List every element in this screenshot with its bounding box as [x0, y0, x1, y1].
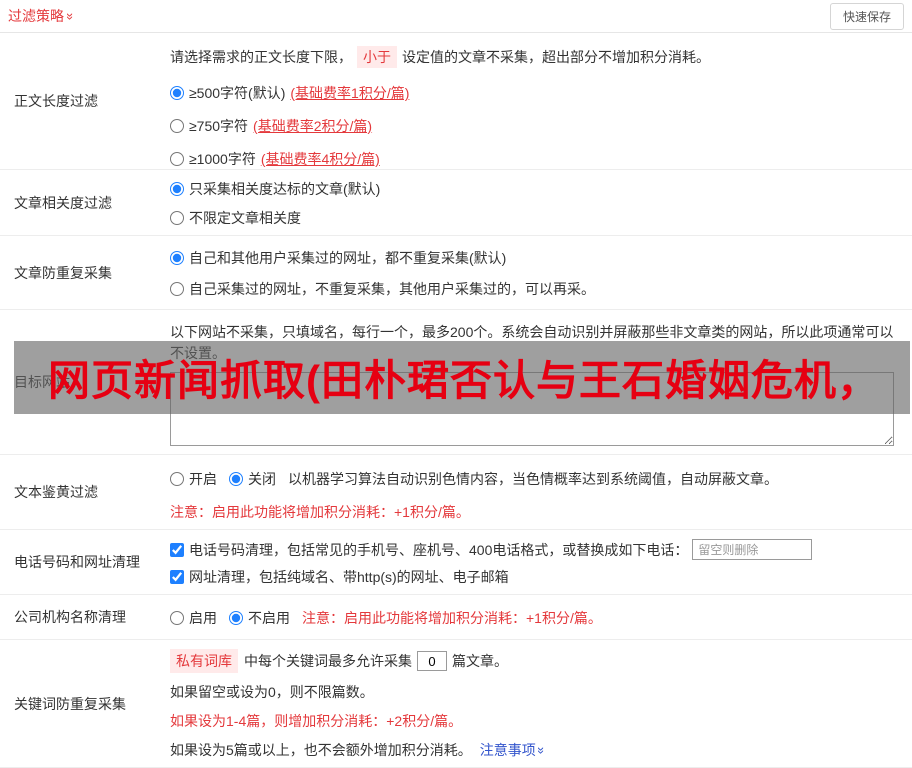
radio-company-disable-input[interactable] — [229, 611, 243, 625]
keyword-note-1-4: 如果设为1-4篇，则增加积分消耗：+2积分/篇。 — [170, 711, 902, 731]
section-label-phone-url: 电话号码和网址清理 — [0, 530, 170, 594]
section-label-target-site: 目标网站 — [0, 310, 170, 454]
top-bar: 过滤策略 » 快速保存 — [0, 0, 912, 33]
section-label-company-clean: 公司机构名称清理 — [0, 595, 170, 639]
notice-link[interactable]: 注意事项 — [480, 740, 536, 760]
radio-1000-input[interactable] — [170, 152, 184, 166]
max-articles-input[interactable] — [417, 651, 447, 671]
section-relevance: 文章相关度过滤 只采集相关度达标的文章(默认) 不限定文章相关度 — [0, 170, 912, 236]
radio-relevance-any[interactable]: 不限定文章相关度 — [170, 208, 902, 228]
radio-dedup-all-users[interactable]: 自己和其他用户采集过的网址，都不重复采集(默认) — [170, 248, 902, 268]
radio-company-enable[interactable]: 启用 — [170, 608, 217, 628]
radio-dedup-all-users-input[interactable] — [170, 251, 184, 265]
section-target-site: 目标网站 以下网站不采集，只填域名，每行一个，最多200个。系统会自动识别并屏蔽… — [0, 310, 912, 455]
section-label-body-length: 正文长度过滤 — [0, 33, 170, 169]
section-phone-url: 电话号码和网址清理 电话号码清理，包括常见的手机号、座机号、400电话格式，或替… — [0, 530, 912, 595]
fee-note-3: (基础费率4积分/篇) — [261, 149, 380, 169]
porn-filter-description: 以机器学习算法自动识别色情内容，当色情概率达到系统阈值，自动屏蔽文章。 — [288, 469, 778, 489]
radio-dedup-self-only[interactable]: 自己采集过的网址，不重复采集，其他用户采集过的，可以再采。 — [170, 279, 902, 299]
fee-note-2: (基础费率2积分/篇) — [253, 116, 372, 136]
section-company-clean: 公司机构名称清理 启用 不启用 注意：启用此功能将增加积分消耗：+1积分/篇。 — [0, 595, 912, 640]
section-dedup: 文章防重复采集 自己和其他用户采集过的网址，都不重复采集(默认) 自己采集过的网… — [0, 236, 912, 310]
blocked-sites-textarea[interactable] — [170, 372, 894, 446]
radio-porn-on[interactable]: 开启 — [170, 469, 217, 489]
radio-500-input[interactable] — [170, 86, 184, 100]
section-body-length: 正文长度过滤 请选择需求的正文长度下限， 小于 设定值的文章不采集，超出部分不增… — [0, 33, 912, 170]
page-title: 过滤策略 — [8, 6, 64, 26]
company-cost-note: 注意：启用此功能将增加积分消耗：+1积分/篇。 — [302, 608, 602, 628]
notice-chevron-icon[interactable]: » — [534, 746, 549, 753]
radio-relevance-strict[interactable]: 只采集相关度达标的文章(默认) — [170, 179, 902, 199]
body-length-intro: 请选择需求的正文长度下限， 小于 设定值的文章不采集，超出部分不增加积分消耗。 — [170, 46, 902, 68]
section-label-keyword-dedup: 关键词防重复采集 — [0, 640, 170, 767]
fee-note-1: (基础费率1积分/篇) — [290, 83, 409, 103]
section-label-porn-filter: 文本鉴黄过滤 — [0, 455, 170, 529]
chevron-double-down-icon[interactable]: » — [63, 12, 78, 19]
radio-option-750[interactable]: ≥750字符 (基础费率2积分/篇) — [170, 116, 902, 136]
checkbox-url-clean-input[interactable] — [170, 570, 184, 584]
radio-porn-off-input[interactable] — [229, 472, 243, 486]
radio-option-1000[interactable]: ≥1000字符 (基础费率4积分/篇) — [170, 149, 902, 169]
private-lexicon-tag[interactable]: 私有词库 — [170, 649, 238, 673]
section-label-relevance: 文章相关度过滤 — [0, 170, 170, 235]
keyword-note-5plus: 如果设为5篇或以上，也不会额外增加积分消耗。 — [170, 740, 472, 760]
radio-750-input[interactable] — [170, 119, 184, 133]
porn-filter-cost-note: 注意：启用此功能将增加积分消耗：+1积分/篇。 — [170, 502, 902, 522]
checkbox-phone-clean-input[interactable] — [170, 543, 184, 557]
radio-company-disable[interactable]: 不启用 — [229, 608, 290, 628]
checkbox-phone-clean[interactable]: 电话号码清理，包括常见的手机号、座机号、400电话格式，或替换成如下电话： — [170, 540, 688, 560]
section-porn-filter: 文本鉴黄过滤 开启 关闭 以机器学习算法自动识别色情内容，当色情概率达到系统阈值… — [0, 455, 912, 530]
radio-company-enable-input[interactable] — [170, 611, 184, 625]
section-label-dedup: 文章防重复采集 — [0, 236, 170, 309]
keyword-note-empty: 如果留空或设为0，则不限篇数。 — [170, 682, 902, 702]
section-keyword-dedup: 关键词防重复采集 私有词库 中每个关键词最多允许采集 篇文章。 如果留空或设为0… — [0, 640, 912, 768]
radio-porn-on-input[interactable] — [170, 472, 184, 486]
radio-relevance-strict-input[interactable] — [170, 182, 184, 196]
radio-relevance-any-input[interactable] — [170, 211, 184, 225]
radio-dedup-self-only-input[interactable] — [170, 282, 184, 296]
checkbox-url-clean[interactable]: 网址清理，包括纯域名、带http(s)的网址、电子邮箱 — [170, 567, 509, 587]
radio-option-500[interactable]: ≥500字符(默认) (基础费率1积分/篇) — [170, 83, 902, 103]
replacement-phone-input[interactable] — [692, 539, 812, 560]
radio-porn-off[interactable]: 关闭 — [229, 469, 276, 489]
less-than-highlight: 小于 — [357, 46, 397, 68]
target-site-description: 以下网站不采集，只填域名，每行一个，最多200个。系统会自动识别并屏蔽那些非文章… — [170, 322, 894, 364]
quick-save-button[interactable]: 快速保存 — [830, 3, 904, 30]
